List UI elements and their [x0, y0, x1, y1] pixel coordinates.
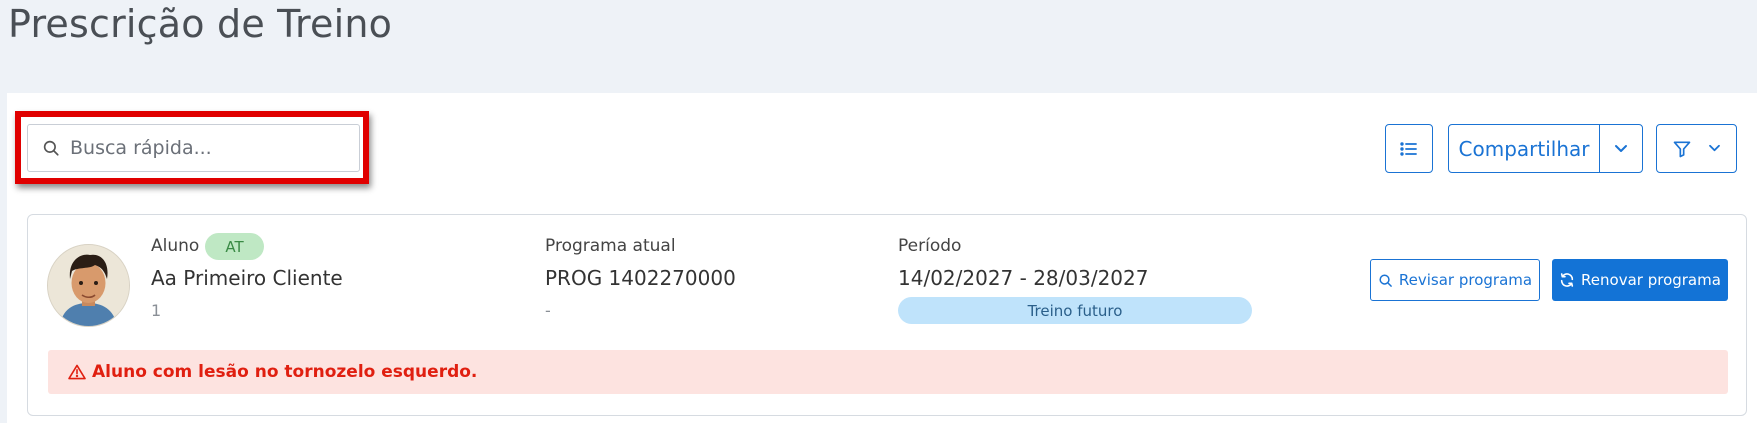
- renew-program-button[interactable]: Renovar programa: [1552, 259, 1728, 301]
- filter-button[interactable]: [1656, 124, 1737, 173]
- program-label: Programa atual: [545, 236, 676, 256]
- chevron-down-icon: [1615, 144, 1627, 152]
- program-name: PROG 1402270000: [545, 266, 736, 290]
- period-value: 14/02/2027 - 28/03/2027: [898, 266, 1149, 290]
- search-input[interactable]: [68, 136, 359, 160]
- period-label: Período: [898, 236, 962, 256]
- share-button-label: Compartilhar: [1458, 136, 1590, 161]
- list-icon: [1400, 141, 1417, 156]
- warning-icon: [68, 364, 86, 380]
- search-icon: [1379, 273, 1392, 287]
- student-label: Aluno: [151, 236, 200, 256]
- filter-icon: [1673, 141, 1691, 157]
- chevron-down-icon: [1709, 144, 1720, 152]
- period-status-pill: Treino futuro: [898, 297, 1252, 324]
- share-dropdown-button[interactable]: [1599, 124, 1643, 173]
- page-title: Prescrição de Treino: [8, 2, 393, 46]
- student-avatar: [47, 244, 130, 327]
- student-name[interactable]: Aa Primeiro Cliente: [151, 266, 343, 290]
- share-button[interactable]: Compartilhar: [1448, 124, 1600, 173]
- injury-alert-text: Aluno com lesão no tornozelo esquerdo.: [92, 362, 478, 382]
- search-icon: [43, 140, 59, 156]
- review-program-label: Revisar programa: [1398, 271, 1533, 289]
- list-view-button[interactable]: [1385, 124, 1433, 173]
- student-id: 1: [151, 301, 162, 320]
- renew-program-label: Renovar programa: [1581, 271, 1721, 289]
- search-field[interactable]: [27, 124, 360, 172]
- injury-alert: Aluno com lesão no tornozelo esquerdo.: [48, 350, 1728, 394]
- review-program-button[interactable]: Revisar programa: [1370, 259, 1540, 301]
- status-badge: AT: [205, 233, 264, 260]
- program-sub: -: [545, 301, 551, 320]
- refresh-icon: [1560, 273, 1574, 287]
